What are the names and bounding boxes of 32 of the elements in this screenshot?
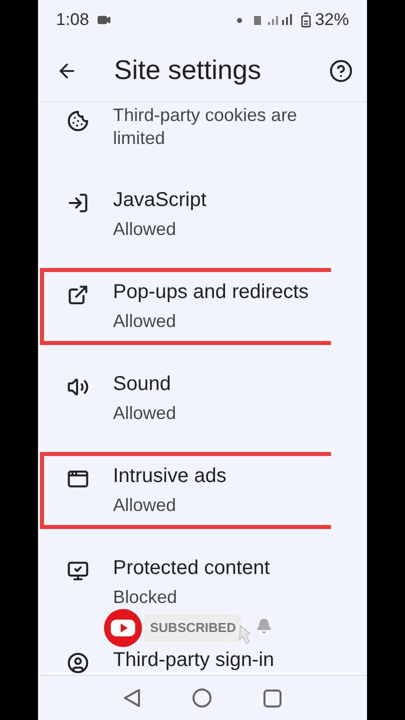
setting-title[interactable]: JavaScript xyxy=(113,186,206,214)
setting-status: Third-party cookies are limited xyxy=(113,104,298,150)
help-button[interactable] xyxy=(328,58,354,84)
setting-title[interactable]: Protected content xyxy=(113,554,270,582)
nav-home-icon[interactable] xyxy=(192,688,212,708)
nav-back-icon[interactable] xyxy=(123,688,142,708)
battery-level: 32% xyxy=(314,9,349,32)
window-icon xyxy=(66,468,88,490)
setting-status: Blocked xyxy=(113,586,178,609)
setting-status: Allowed xyxy=(113,402,176,425)
speaker-icon xyxy=(66,376,88,398)
setting-status: Allowed xyxy=(113,310,178,333)
nav-recents-icon[interactable] xyxy=(262,688,282,708)
monitor-check-icon xyxy=(66,560,88,582)
help-icon xyxy=(329,58,353,82)
setting-title[interactable]: Pop-ups and redirects xyxy=(113,278,309,306)
setting-status: Allowed xyxy=(113,494,178,517)
video-play-logo-icon xyxy=(104,609,142,647)
cookie-icon xyxy=(66,110,88,132)
person-circle-icon xyxy=(66,652,88,674)
setting-title[interactable]: Sound xyxy=(113,370,176,398)
open-external-icon xyxy=(66,284,88,306)
arrow-into-box-icon xyxy=(66,192,88,214)
subscribed-label: SUBSCRIBED xyxy=(144,614,242,642)
bell-icon xyxy=(256,618,272,634)
page-title: Site settings xyxy=(114,54,262,88)
setting-title[interactable]: Third-party sign-in xyxy=(113,646,274,674)
video-camera-icon xyxy=(97,13,112,27)
signal-icon xyxy=(254,14,294,26)
status-time: 1:08 xyxy=(56,9,90,32)
setting-title[interactable]: Intrusive ads xyxy=(113,462,226,490)
setting-status: Allowed xyxy=(113,218,178,241)
